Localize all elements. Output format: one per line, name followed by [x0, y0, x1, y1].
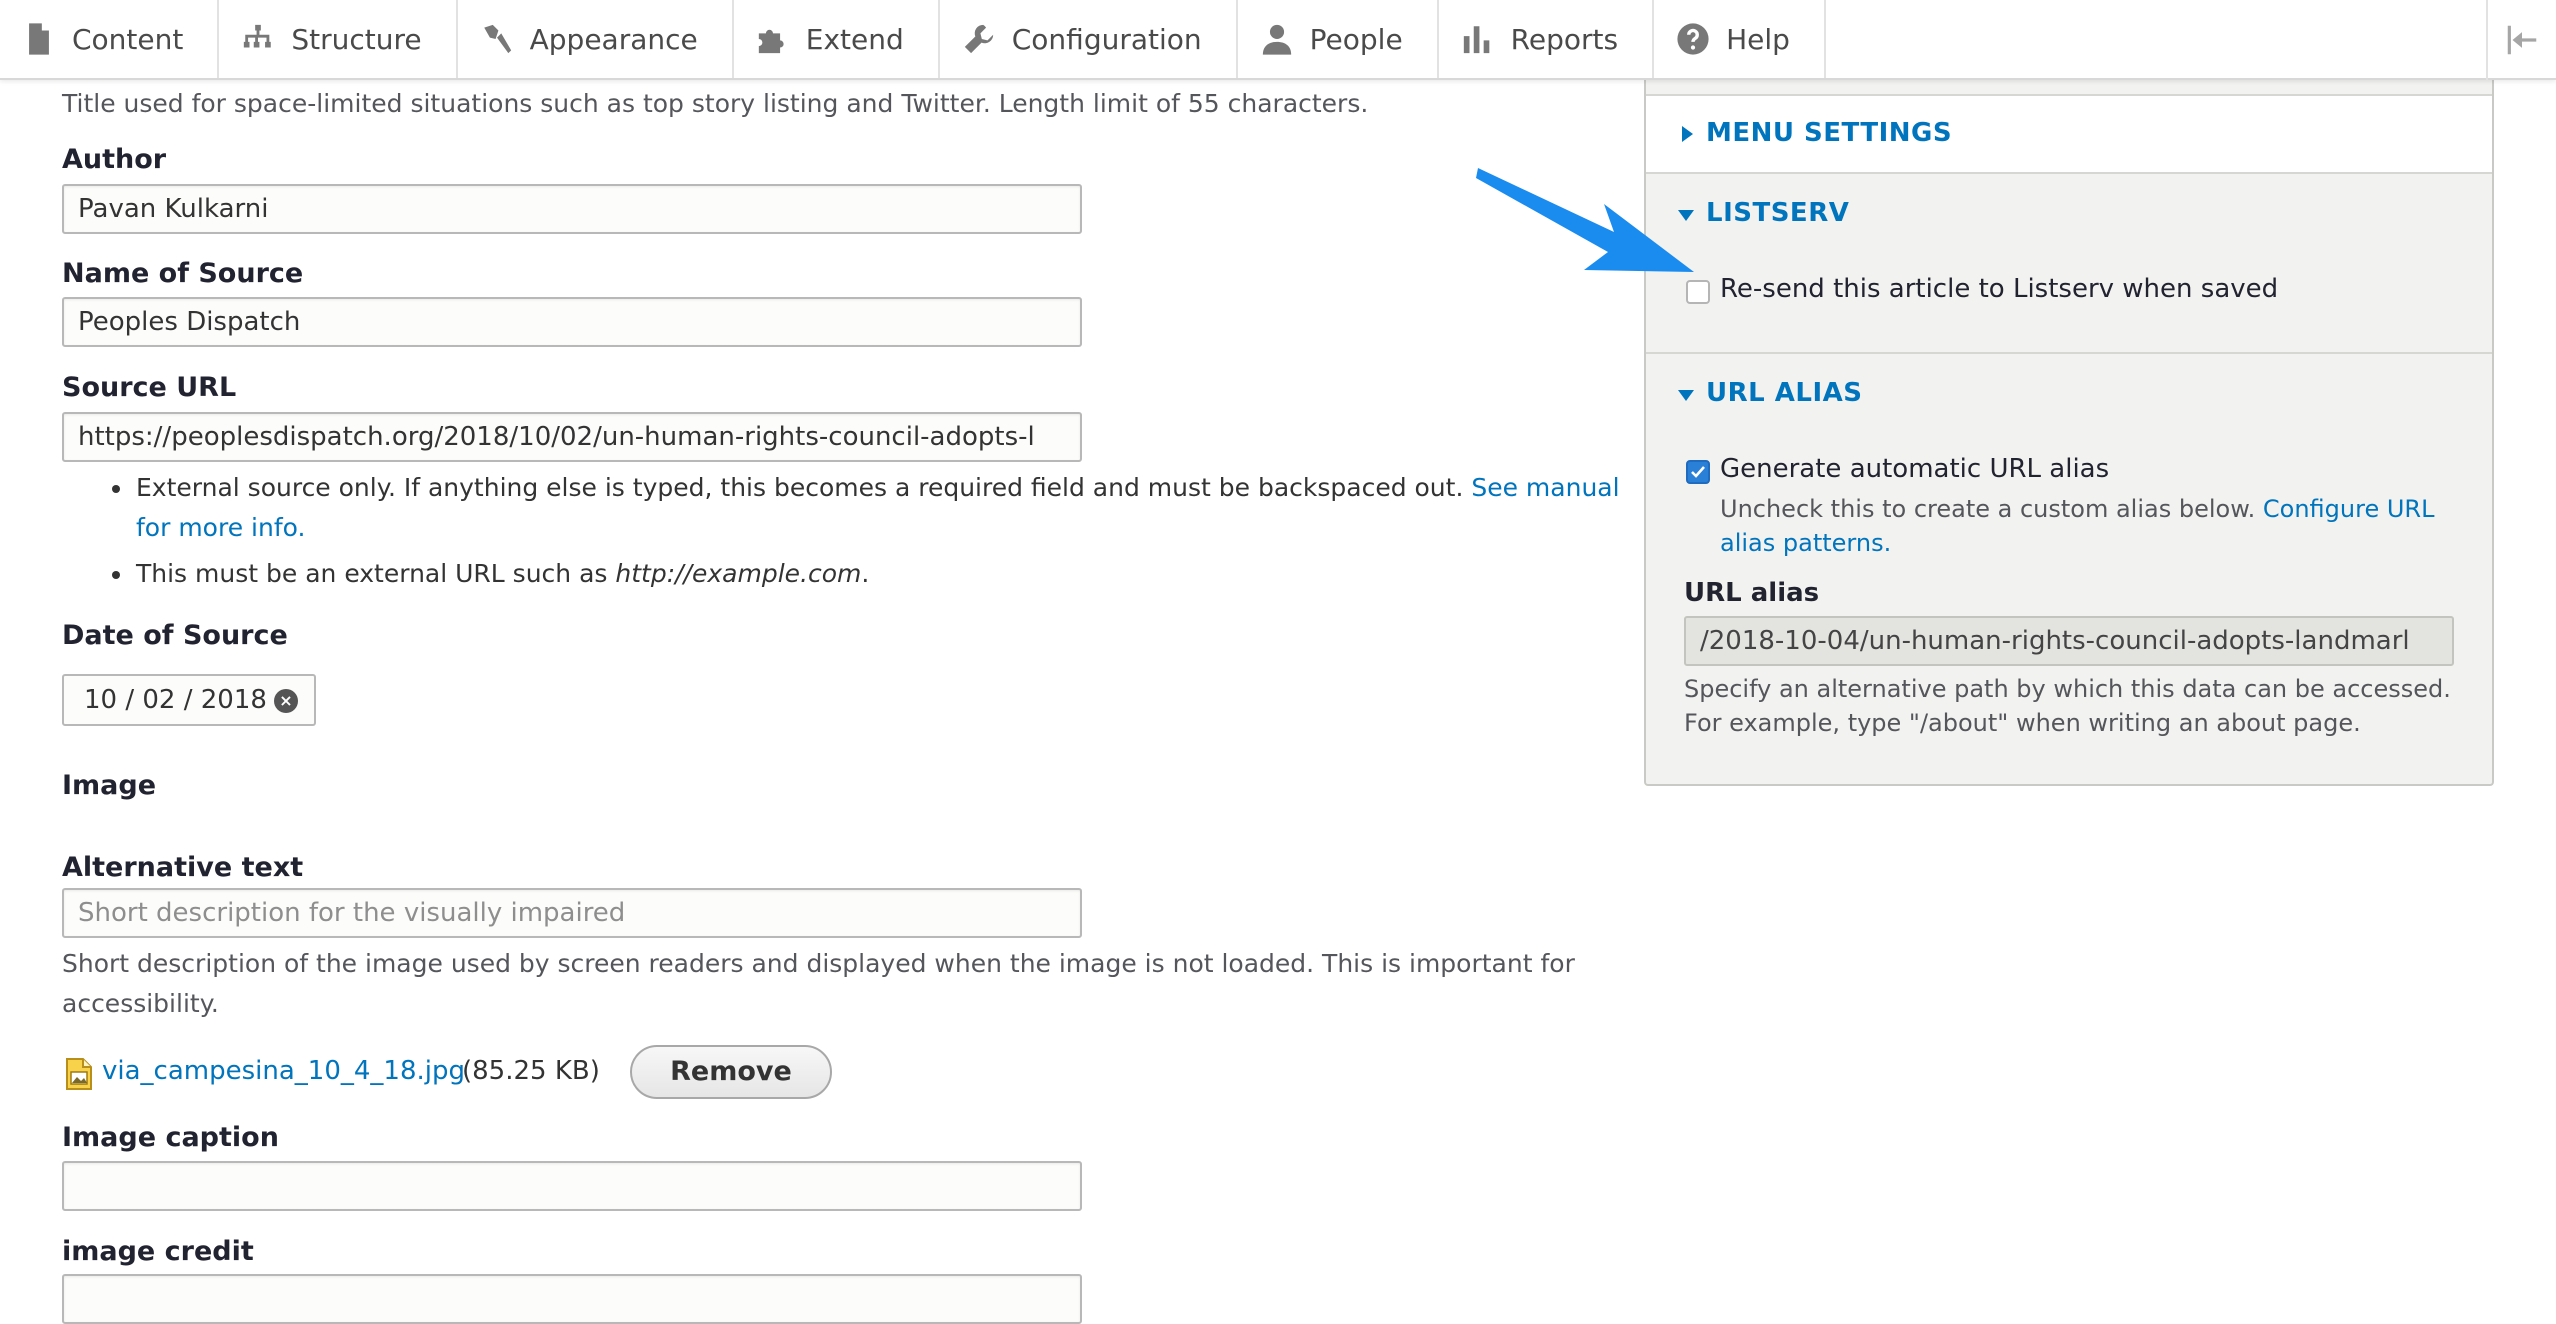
image-file-size: (85.25 KB): [462, 1056, 600, 1086]
paintbrush-icon: [483, 24, 511, 54]
alt-description-line1: Short description of the image used by s…: [62, 949, 1575, 978]
alt-description-line2: accessibility.: [62, 989, 219, 1018]
example-url-period: .: [861, 559, 870, 588]
listserv-resend-label[interactable]: Re-send this article to Listserv when sa…: [1720, 274, 2278, 304]
toolbar-structure[interactable]: Structure: [219, 0, 458, 78]
menu-settings-title[interactable]: MENU SETTINGS: [1706, 118, 1952, 148]
toolbar-people[interactable]: People: [1238, 0, 1439, 78]
see-manual-link[interactable]: See manual: [1471, 473, 1619, 502]
date-value: 10 / 02 / 2018: [84, 685, 267, 715]
auto-alias-desc-text: Uncheck this to create a custom alias be…: [1720, 495, 2256, 523]
help-icon: [1677, 23, 1709, 55]
triangle-down-icon: [1678, 390, 1694, 401]
url-alias-description: Specify an alternative path by which thi…: [1684, 672, 2484, 740]
toolbar-extend[interactable]: Extend: [734, 0, 940, 78]
external-url-text: This must be an external URL such as: [136, 559, 608, 588]
author-label: Author: [62, 144, 167, 175]
person-icon: [1262, 24, 1291, 55]
alias-patterns-link[interactable]: alias patterns.: [1720, 529, 1891, 557]
alt-text-description: Short description of the image used by s…: [62, 944, 1582, 1024]
clear-date-icon[interactable]: ×: [274, 689, 298, 713]
toolbar-appearance[interactable]: Appearance: [458, 0, 734, 78]
collapse-left-icon: [2507, 25, 2537, 55]
auto-url-alias-checkbox[interactable]: [1686, 460, 1710, 484]
image-caption-input[interactable]: [62, 1161, 1082, 1211]
remove-image-button[interactable]: Remove: [630, 1045, 832, 1099]
toolbar-orientation-toggle[interactable]: [2486, 0, 2556, 80]
puzzle-icon: [758, 29, 784, 54]
toolbar-configuration[interactable]: Configuration: [940, 0, 1238, 78]
sitemap-icon: [244, 24, 272, 48]
document-icon: [29, 23, 49, 55]
wrench-icon: [964, 24, 993, 54]
source-name-label: Name of Source: [62, 258, 304, 289]
bar-chart-icon: [1463, 26, 1490, 54]
url-alias-title[interactable]: URL ALIAS: [1706, 378, 1862, 408]
source-url-help-item: This must be an external URL such as htt…: [112, 554, 1632, 594]
toolbar-extend-label: Extend: [805, 22, 904, 56]
image-caption-label: Image caption: [62, 1122, 279, 1153]
menu-settings-details[interactable]: MENU SETTINGS: [1646, 94, 2492, 174]
date-of-source-input[interactable]: 10 / 02 / 2018 ×: [62, 674, 316, 726]
toolbar-help[interactable]: Help: [1654, 0, 1826, 78]
annotation-arrow: [1476, 168, 1694, 272]
image-file-icon: [66, 1058, 92, 1090]
source-name-input[interactable]: Peoples Dispatch: [62, 297, 1082, 347]
source-url-label: Source URL: [62, 372, 237, 403]
alt-text-input[interactable]: Short description for the visually impai…: [62, 888, 1082, 938]
image-file-link[interactable]: via_campesina_10_4_18.jpg: [102, 1056, 465, 1086]
toolbar-help-label: Help: [1726, 22, 1790, 56]
url-alias-input[interactable]: /2018-10-04/un-human-rights-council-adop…: [1684, 616, 2454, 666]
image-credit-input[interactable]: [62, 1274, 1082, 1324]
toolbar-content[interactable]: Content: [0, 0, 220, 78]
toolbar-configuration-label: Configuration: [1011, 22, 1202, 56]
auto-url-alias-label[interactable]: Generate automatic URL alias: [1720, 454, 2109, 484]
toolbar-appearance-label: Appearance: [529, 22, 698, 56]
admin-toolbar: Content Structure Appearance Extend Conf…: [0, 0, 2556, 80]
section-divider: [1646, 352, 2492, 354]
author-input[interactable]: Pavan Kulkarni: [62, 184, 1082, 234]
more-info-link[interactable]: for more info.: [136, 513, 305, 542]
image-label: Image: [62, 770, 157, 801]
listserv-resend-checkbox[interactable]: [1686, 280, 1710, 304]
auto-url-alias-description: Uncheck this to create a custom alias be…: [1720, 492, 2480, 560]
configure-url-link[interactable]: Configure URL: [2263, 495, 2435, 523]
example-url: http://example.com: [615, 559, 862, 588]
toolbar-reports-label: Reports: [1510, 22, 1619, 56]
toolbar-people-label: People: [1309, 22, 1403, 56]
source-url-help: External source only. If anything else i…: [112, 468, 1632, 594]
alias-desc-line1: Specify an alternative path by which thi…: [1684, 675, 2451, 703]
alt-text-label: Alternative text: [62, 852, 304, 883]
image-credit-label: image credit: [62, 1236, 254, 1267]
source-url-input[interactable]: https://peoplesdispatch.org/2018/10/02/u…: [62, 412, 1082, 462]
source-url-help-item: External source only. If anything else i…: [112, 468, 1632, 548]
alias-desc-line2: For example, type "/about" when writing …: [1684, 709, 2361, 737]
date-of-source-label: Date of Source: [62, 620, 288, 651]
toolbar-reports[interactable]: Reports: [1439, 0, 1655, 78]
toolbar-content-label: Content: [72, 22, 184, 56]
triangle-right-icon: [1682, 126, 1693, 142]
url-alias-label: URL alias: [1684, 578, 1820, 608]
listserv-title[interactable]: LISTSERV: [1706, 198, 1849, 228]
source-url-help-text: External source only. If anything else i…: [136, 473, 1464, 502]
node-sidebar: MENU SETTINGS LISTSERV Re-send this arti…: [1644, 80, 2494, 786]
checkmark-icon: [1691, 466, 1705, 478]
toolbar-structure-label: Structure: [291, 22, 422, 56]
short-title-description: Title used for space-limited situations …: [62, 89, 1369, 118]
